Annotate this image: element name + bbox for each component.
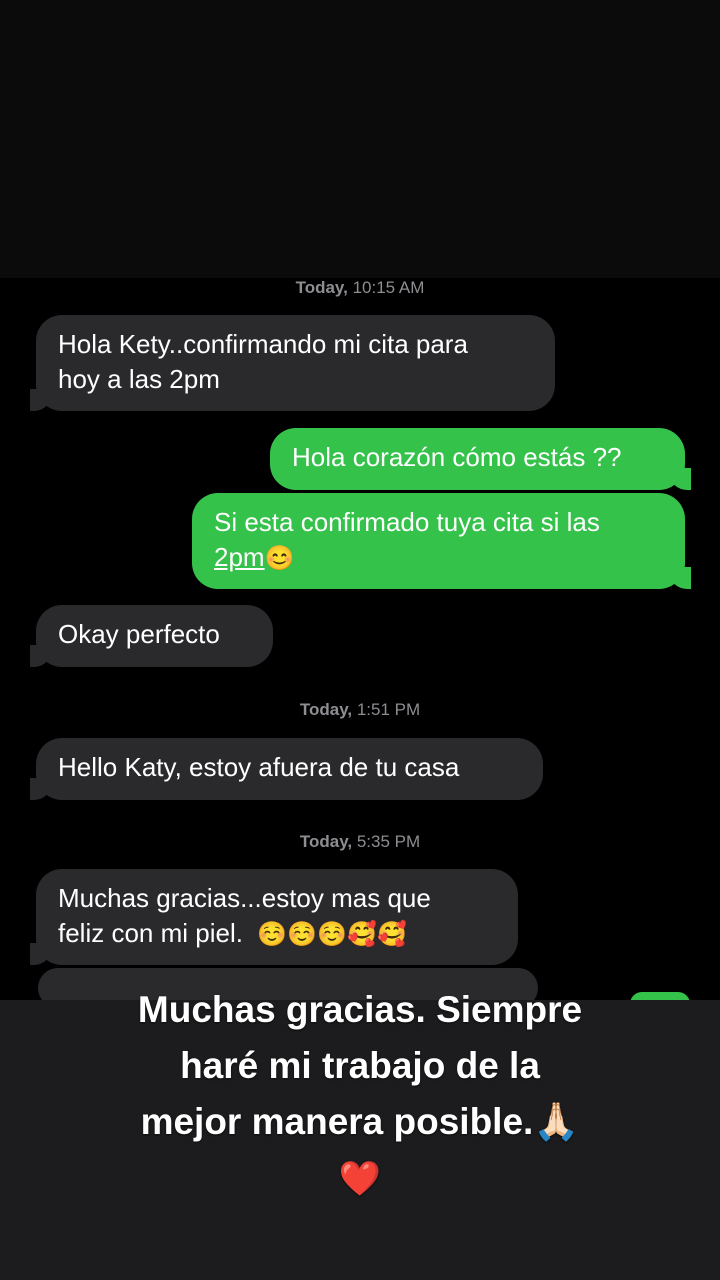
outgoing-message-2[interactable]: Si esta confirmado tuya cita si las 2pm😊 bbox=[192, 493, 691, 589]
time-link[interactable]: 2pm bbox=[214, 542, 265, 572]
message-text: hoy a las 2pm bbox=[58, 364, 220, 394]
smiling-faces-emoji: ☺️☺️☺️🥰🥰 bbox=[257, 921, 407, 948]
incoming-message-2[interactable]: Okay perfecto bbox=[30, 605, 273, 667]
timestamp-3: Today, 5:35 PM bbox=[299, 832, 421, 851]
message-text: Hola corazón cómo estás ?? bbox=[292, 442, 622, 472]
caption-line-1: Muchas gracias. Siempre bbox=[137, 989, 583, 1030]
top-blank-area bbox=[0, 0, 720, 278]
incoming-message-4[interactable]: Muchas gracias...estoy mas que feliz con… bbox=[30, 869, 518, 965]
caption-line-3: mejor manera posible.🙏🏻 bbox=[140, 1101, 580, 1142]
message-thread[interactable]: Today, 10:15 AM Hola Kety..confirmando m… bbox=[0, 278, 720, 1000]
message-text: Si esta confirmado tuya cita si las bbox=[214, 507, 600, 537]
smiling-face-emoji: 😊 bbox=[264, 545, 295, 572]
timestamp-2: Today, 1:51 PM bbox=[299, 700, 421, 719]
message-text: Hello Katy, estoy afuera de tu casa bbox=[58, 752, 460, 782]
message-text: Hola Kety..confirmando mi cita para bbox=[58, 329, 468, 359]
story-caption: Muchas gracias. Siempre haré mi trabajo … bbox=[60, 982, 660, 1208]
heart-icon: ❤️ bbox=[338, 1160, 382, 1198]
incoming-message-3[interactable]: Hello Katy, estoy afuera de tu casa bbox=[30, 738, 543, 800]
message-text: Okay perfecto bbox=[58, 619, 220, 649]
message-text: feliz con mi piel. bbox=[58, 918, 243, 948]
caption-line-2: haré mi trabajo de la bbox=[180, 1045, 540, 1086]
timestamp-1: Today, 10:15 AM bbox=[295, 278, 425, 297]
incoming-message-1[interactable]: Hola Kety..confirmando mi cita para hoy … bbox=[30, 315, 555, 411]
message-text: Muchas gracias...estoy mas que bbox=[58, 883, 431, 913]
outgoing-message-1[interactable]: Hola corazón cómo estás ?? bbox=[270, 428, 691, 490]
